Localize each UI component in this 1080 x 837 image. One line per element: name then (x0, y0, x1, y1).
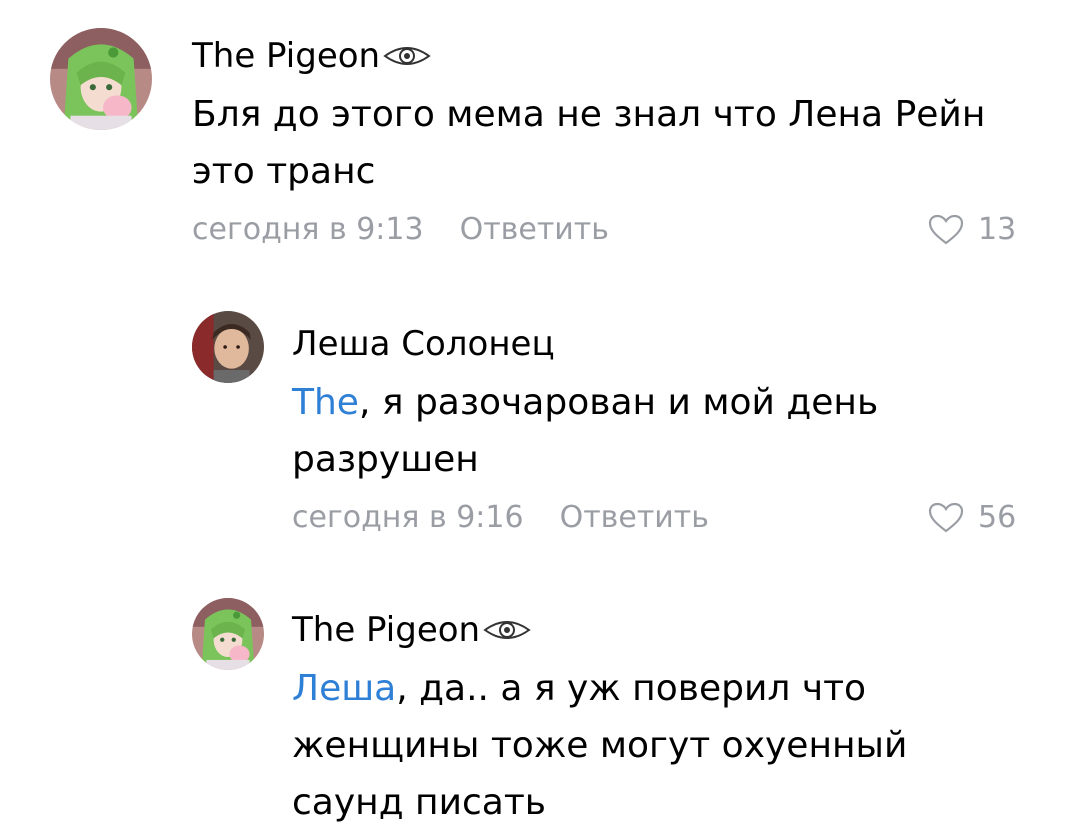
reply-button[interactable]: Ответить (560, 500, 709, 535)
comment-text: The, я разочарован и мой день разрушен (292, 374, 992, 488)
anime-avatar-icon (50, 28, 152, 130)
like-count: 13 (978, 212, 1017, 247)
mention-link[interactable]: The (292, 382, 359, 423)
comment-author[interactable]: The Pigeon (192, 36, 432, 76)
reply-button[interactable]: Ответить (460, 212, 609, 247)
anime-avatar-icon (192, 598, 264, 670)
photo-avatar-icon (192, 311, 264, 383)
author-name[interactable]: Леша Солонец (292, 324, 555, 364)
comment-time: сегодня в 9:16 (292, 500, 524, 535)
eye-icon (482, 617, 532, 643)
author-name[interactable]: The Pigeon (192, 36, 380, 76)
like-count: 56 (978, 500, 1017, 535)
eye-icon (382, 43, 432, 69)
comment-text: Леша, да.. а я уж поверил что женщины то… (292, 660, 1012, 831)
comment-text-body: , я разочарован и мой день разрушен (292, 382, 879, 480)
avatar[interactable] (192, 598, 264, 670)
mention-link[interactable]: Леша (292, 668, 396, 709)
comment-meta: сегодня в 9:16 Ответить (292, 500, 709, 536)
like-button[interactable]: 56 (928, 500, 1016, 536)
comment-meta: сегодня в 9:13 Ответить (192, 212, 609, 248)
comment-time: сегодня в 9:13 (192, 212, 424, 247)
author-name[interactable]: The Pigeon (292, 610, 480, 650)
comment-author[interactable]: Леша Солонец (292, 324, 555, 364)
heart-icon[interactable] (928, 214, 964, 246)
comment-text: Бля до этого мема не знал что Лена Рейн … (192, 86, 992, 200)
comment-author[interactable]: The Pigeon (292, 610, 532, 650)
comment-text-body: Бля до этого мема не знал что Лена Рейн … (192, 94, 986, 192)
heart-icon[interactable] (928, 502, 964, 534)
avatar[interactable] (192, 311, 264, 383)
avatar[interactable] (50, 28, 152, 130)
like-button[interactable]: 13 (928, 212, 1016, 248)
